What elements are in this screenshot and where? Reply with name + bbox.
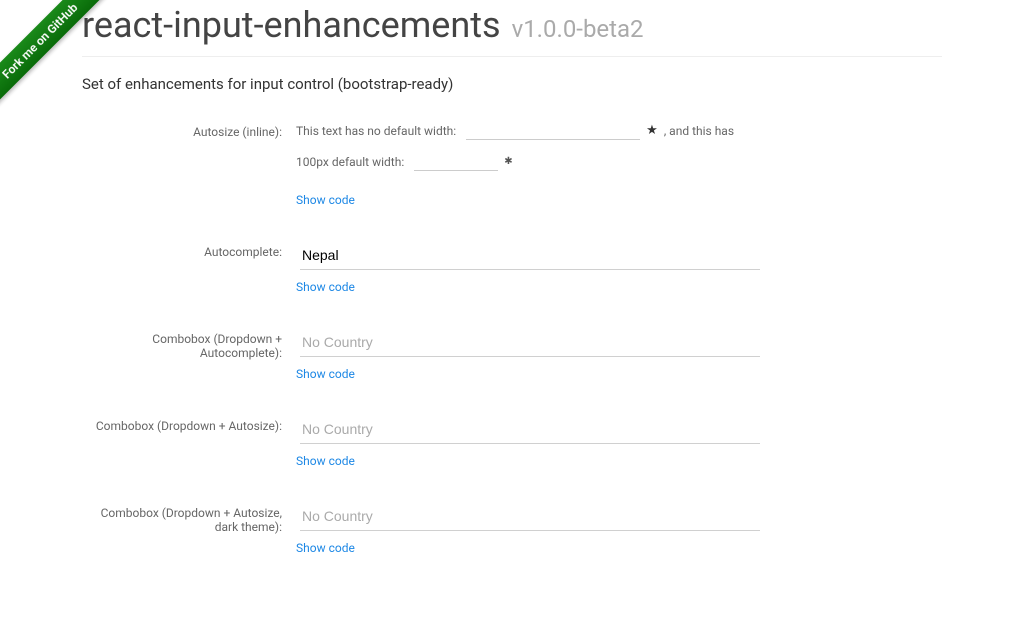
combobox-input-1[interactable] (300, 328, 760, 357)
label-combobox-3: Combobox (Dropdown + Autosize, dark them… (82, 502, 296, 534)
version-text: v1.0.0-beta2 (512, 15, 644, 43)
label-combobox-2: Combobox (Dropdown + Autosize): (82, 415, 296, 433)
page-container: react-input-enhancements v1.0.0-beta2 Se… (82, 0, 942, 629)
page-title: react-input-enhancements v1.0.0-beta2 (82, 4, 942, 57)
show-code-link[interactable]: Show code (296, 454, 355, 468)
autosize-text-1a: This text has no default width: (296, 124, 456, 138)
section-combobox-autocomplete: Combobox (Dropdown + Autocomplete): Show… (82, 328, 942, 407)
show-code-link[interactable]: Show code (296, 280, 355, 294)
combobox-input-3[interactable] (300, 502, 760, 531)
autocomplete-input[interactable] (300, 241, 760, 270)
field-autocomplete: Show code (296, 241, 756, 320)
section-autosize: Autosize (inline): This text has no defa… (82, 121, 942, 233)
show-code-link[interactable]: Show code (296, 541, 355, 555)
asterisk-icon: ✱ (504, 156, 512, 167)
label-autocomplete: Autocomplete: (82, 241, 296, 259)
autosize-input-2[interactable] (414, 152, 498, 171)
field-combobox-1: Show code (296, 328, 756, 407)
autosize-text-2a: 100px default width: (296, 155, 404, 169)
label-autosize: Autosize (inline): (82, 121, 296, 139)
page-subtitle: Set of enhancements for input control (b… (82, 75, 942, 93)
show-code-link[interactable]: Show code (296, 193, 355, 207)
section-combobox-autosize: Combobox (Dropdown + Autosize): Show cod… (82, 415, 942, 494)
field-autosize: This text has no default width: ★ , and … (296, 121, 756, 233)
autosize-text-1b: , and this has (664, 124, 734, 138)
autosize-input-1[interactable] (466, 121, 640, 140)
title-text: react-input-enhancements (82, 4, 501, 46)
section-combobox-dark: Combobox (Dropdown + Autosize, dark them… (82, 502, 942, 581)
show-code-link[interactable]: Show code (296, 367, 355, 381)
section-autocomplete: Autocomplete: Show code (82, 241, 942, 320)
field-combobox-2: Show code (296, 415, 756, 494)
field-combobox-3: Show code (296, 502, 756, 581)
combobox-input-2[interactable] (300, 415, 760, 444)
label-combobox-1: Combobox (Dropdown + Autocomplete): (82, 328, 296, 360)
star-icon: ★ (646, 123, 658, 138)
